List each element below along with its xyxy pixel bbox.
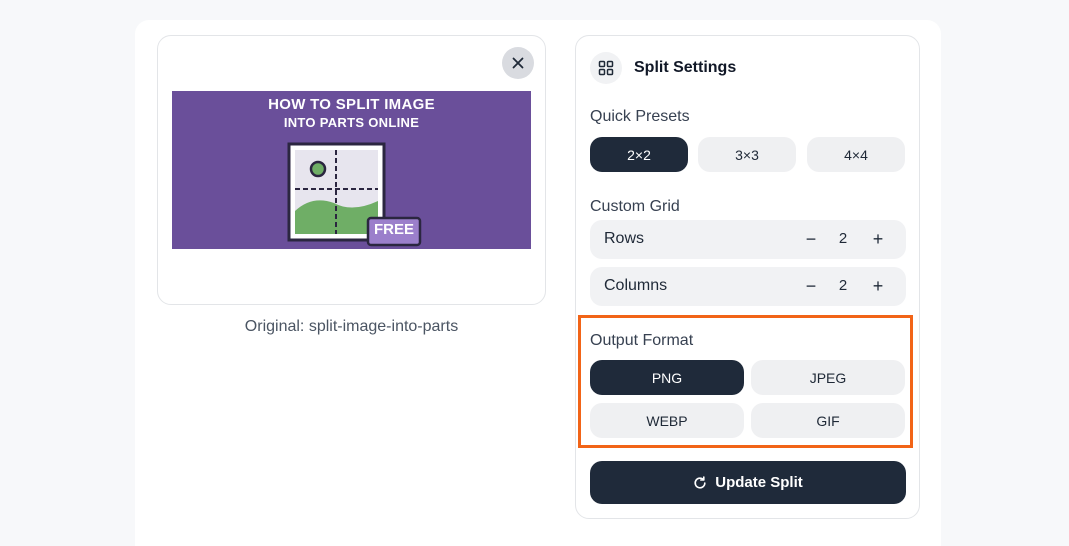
preset-2x2-button[interactable]: 2×2 (590, 137, 688, 172)
close-icon (512, 57, 524, 69)
original-filename-caption: Original: split-image-into-parts (244, 318, 459, 335)
preset-4x4-button[interactable]: 4×4 (807, 137, 905, 172)
grid-icon (590, 52, 622, 84)
panel-header: Split Settings (590, 52, 736, 84)
update-split-button[interactable]: Update Split (590, 461, 906, 504)
rows-label: Rows (604, 230, 645, 247)
split-image-illustration (287, 142, 422, 247)
columns-stepper: Columns − 2 + (590, 267, 906, 306)
rows-increment-button[interactable]: + (866, 227, 890, 251)
output-format-highlight (578, 315, 913, 448)
quick-presets-label: Quick Presets (590, 108, 690, 125)
columns-label: Columns (604, 277, 668, 294)
columns-decrement-button[interactable]: − (799, 274, 823, 298)
rows-value: 2 (838, 230, 848, 247)
free-badge-text: FREE (373, 221, 414, 238)
columns-value: 2 (838, 277, 848, 294)
uploaded-image-thumbnail: HOW TO SPLIT IMAGE INTO PARTS ONLINE FRE… (172, 91, 531, 249)
image-preview-panel: HOW TO SPLIT IMAGE INTO PARTS ONLINE FRE… (157, 35, 546, 305)
update-split-label: Update Split (715, 474, 803, 491)
rows-decrement-button[interactable]: − (799, 227, 823, 251)
remove-image-button[interactable] (502, 47, 534, 79)
preset-3x3-button[interactable]: 3×3 (698, 137, 796, 172)
rows-stepper: Rows − 2 + (590, 220, 906, 259)
columns-increment-button[interactable]: + (866, 274, 890, 298)
panel-title: Split Settings (634, 59, 737, 76)
custom-grid-label: Custom Grid (590, 198, 680, 215)
refresh-icon (694, 475, 706, 489)
